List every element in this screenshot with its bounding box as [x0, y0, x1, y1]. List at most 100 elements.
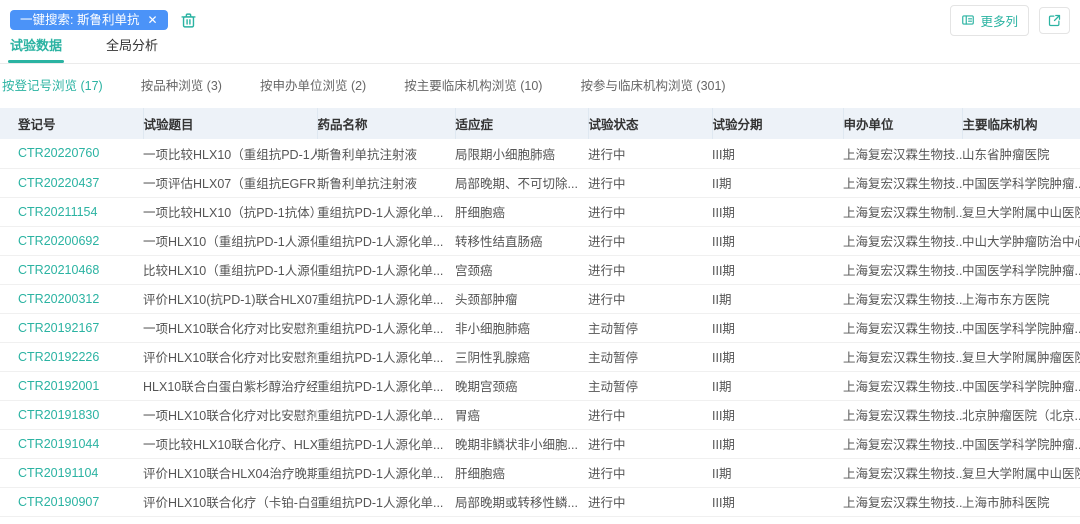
- registration-id-cell: CTR20191830: [0, 400, 143, 429]
- browse-filter-3[interactable]: 按主要临床机构浏览 (10): [404, 75, 542, 94]
- cell-col-2: 重组抗PD-1人源化单...: [317, 255, 455, 284]
- cell-col-4: 主动暂停: [588, 371, 712, 400]
- cell-col-3: 三阴性乳腺癌: [455, 342, 588, 371]
- cell-col-5: III期: [712, 226, 843, 255]
- cell-col-7: 中国医学科学院肿瘤...: [962, 168, 1080, 197]
- cell-col-6: 上海复宏汉霖生物技...: [843, 400, 962, 429]
- table-row: CTR20211154一项比较HLX10（抗PD-1抗体）...重组抗PD-1人…: [0, 197, 1080, 226]
- cell-col-3: 局部晚期或转移性鳞...: [455, 487, 588, 516]
- table-row: CTR20191830 一项HLX10联合化疗对比安慰剂联...重组抗PD-1人源…: [0, 400, 1080, 429]
- registration-link[interactable]: CTR20191830: [18, 408, 99, 422]
- registration-link[interactable]: CTR20220760: [18, 146, 99, 160]
- table-header-row: 登记号试验题目药品名称适应症试验状态试验分期申办单位主要临床机构: [0, 108, 1080, 139]
- registration-link[interactable]: CTR20191044: [18, 437, 99, 451]
- cell-col-3: 局限期小细胞肺癌: [455, 139, 588, 168]
- trash-button[interactable]: [180, 12, 197, 29]
- cell-col-5: III期: [712, 400, 843, 429]
- column-header-4: 试验状态: [588, 108, 712, 139]
- browse-filter-0[interactable]: 按登记号浏览 (17): [2, 75, 103, 94]
- browse-filter-1[interactable]: 按品种浏览 (3): [141, 75, 222, 94]
- cell-col-6: 上海复宏汉霖生物制...: [843, 197, 962, 226]
- table-row: CTR20220760 一项比较HLX10（重组抗PD-1人...斯鲁利单抗注射液…: [0, 139, 1080, 168]
- cell-col-3: 肝细胞癌: [455, 197, 588, 226]
- registration-link[interactable]: CTR20200312: [18, 292, 99, 306]
- cell-col-3: 转移性结直肠癌: [455, 226, 588, 255]
- cell-col-4: 进行中: [588, 139, 712, 168]
- cell-col-3: 非小细胞肺癌: [455, 313, 588, 342]
- cell-col-7: 北京肿瘤医院（北京...: [962, 400, 1080, 429]
- cell-col-6: 上海复宏汉霖生物技...: [843, 458, 962, 487]
- trials-table: 登记号试验题目药品名称适应症试验状态试验分期申办单位主要临床机构 CTR2022…: [0, 108, 1080, 517]
- cell-col-5: III期: [712, 197, 843, 226]
- cell-col-2: 重组抗PD-1人源化单...: [317, 226, 455, 255]
- browse-filter-4[interactable]: 按参与临床机构浏览 (301): [580, 75, 725, 94]
- cell-col-2: 重组抗PD-1人源化单...: [317, 458, 455, 487]
- cell-col-2: 重组抗PD-1人源化单...: [317, 313, 455, 342]
- cell-col-1: HLX10联合白蛋白紫杉醇治疗经晚...: [143, 371, 317, 400]
- cell-col-5: III期: [712, 342, 843, 371]
- cell-col-5: II期: [712, 284, 843, 313]
- more-columns-button[interactable]: 更多列: [950, 5, 1029, 36]
- cell-col-6: 上海复宏汉霖生物技...: [843, 429, 962, 458]
- registration-link[interactable]: CTR20191104: [18, 466, 98, 480]
- cell-col-5: III期: [712, 313, 843, 342]
- registration-link[interactable]: CTR20192167: [18, 321, 99, 335]
- registration-link[interactable]: CTR20220437: [18, 176, 99, 190]
- open-external-button[interactable]: [1039, 7, 1070, 34]
- table-row: CTR20190907评价HLX10联合化疗（卡铂-白蛋...重组抗PD-1人源…: [0, 487, 1080, 516]
- search-filter-tag-label: 一键搜索: 斯鲁利单抗: [20, 14, 139, 27]
- registration-id-cell: CTR20192001: [0, 371, 143, 400]
- registration-link[interactable]: CTR20190907: [18, 495, 99, 509]
- registration-id-cell: CTR20200312: [0, 284, 143, 313]
- cell-col-1: 一项比较HLX10联合化疗、HLX10...: [143, 429, 317, 458]
- cell-col-7: 中国医学科学院肿瘤...: [962, 255, 1080, 284]
- cell-col-4: 进行中: [588, 226, 712, 255]
- cell-col-2: 重组抗PD-1人源化单...: [317, 429, 455, 458]
- tab-1[interactable]: 全局分析: [106, 38, 158, 63]
- registration-link[interactable]: CTR20210468: [18, 263, 99, 277]
- cell-col-1: 一项HLX10联合化疗对比安慰剂联...: [143, 400, 317, 429]
- cell-col-2: 重组抗PD-1人源化单...: [317, 400, 455, 429]
- cell-col-6: 上海复宏汉霖生物技...: [843, 284, 962, 313]
- registration-id-cell: CTR20220760: [0, 139, 143, 168]
- browse-filter-2[interactable]: 按申办单位浏览 (2): [260, 75, 366, 94]
- table-row: CTR20210468比较HLX10（重组抗PD-1人源化...重组抗PD-1人…: [0, 255, 1080, 284]
- registration-id-cell: CTR20220437: [0, 168, 143, 197]
- column-header-5: 试验分期: [712, 108, 843, 139]
- cell-col-1: 一项比较HLX10（重组抗PD-1人...: [143, 139, 317, 168]
- cell-col-3: 宫颈癌: [455, 255, 588, 284]
- table-row: CTR20192167一项HLX10联合化疗对比安慰剂联...重组抗PD-1人源…: [0, 313, 1080, 342]
- cell-col-6: 上海复宏汉霖生物技...: [843, 255, 962, 284]
- table-row: CTR20200692 一项HLX10（重组抗PD-1人源化...重组抗PD-1人…: [0, 226, 1080, 255]
- cell-col-7: 复旦大学附属肿瘤医院: [962, 342, 1080, 371]
- search-filter-tag[interactable]: 一键搜索: 斯鲁利单抗 ✕: [10, 10, 168, 31]
- cell-col-4: 进行中: [588, 197, 712, 226]
- registration-id-cell: CTR20192226: [0, 342, 143, 371]
- cell-col-5: II期: [712, 371, 843, 400]
- cell-col-4: 主动暂停: [588, 342, 712, 371]
- registration-link[interactable]: CTR20192001: [18, 379, 99, 393]
- cell-col-1: 评价HLX10(抗PD-1)联合HLX07(...: [143, 284, 317, 313]
- more-columns-label: 更多列: [980, 11, 1018, 30]
- cell-col-1: 一项HLX10（重组抗PD-1人源化...: [143, 226, 317, 255]
- cell-col-3: 局部晚期、不可切除...: [455, 168, 588, 197]
- cell-col-5: III期: [712, 429, 843, 458]
- registration-link[interactable]: CTR20200692: [18, 234, 99, 248]
- cell-col-6: 上海复宏汉霖生物技...: [843, 139, 962, 168]
- external-link-icon: [1047, 13, 1062, 28]
- cell-col-7: 上海市肺科医院: [962, 487, 1080, 516]
- column-header-3: 适应症: [455, 108, 588, 139]
- registration-id-cell: CTR20190907: [0, 487, 143, 516]
- registration-link[interactable]: CTR20192226: [18, 350, 99, 364]
- cell-col-7: 上海市东方医院: [962, 284, 1080, 313]
- cell-col-7: 中国医学科学院肿瘤...: [962, 371, 1080, 400]
- cell-col-6: 上海复宏汉霖生物技...: [843, 313, 962, 342]
- column-header-1: 试验题目: [143, 108, 317, 139]
- cell-col-2: 斯鲁利单抗注射液: [317, 139, 455, 168]
- column-header-0: 登记号: [0, 108, 143, 139]
- cell-col-3: 头颈部肿瘤: [455, 284, 588, 313]
- close-icon[interactable]: ✕: [147, 14, 157, 26]
- tab-0[interactable]: 试验数据: [10, 38, 62, 63]
- cell-col-3: 晚期宫颈癌: [455, 371, 588, 400]
- registration-link[interactable]: CTR20211154: [18, 205, 97, 219]
